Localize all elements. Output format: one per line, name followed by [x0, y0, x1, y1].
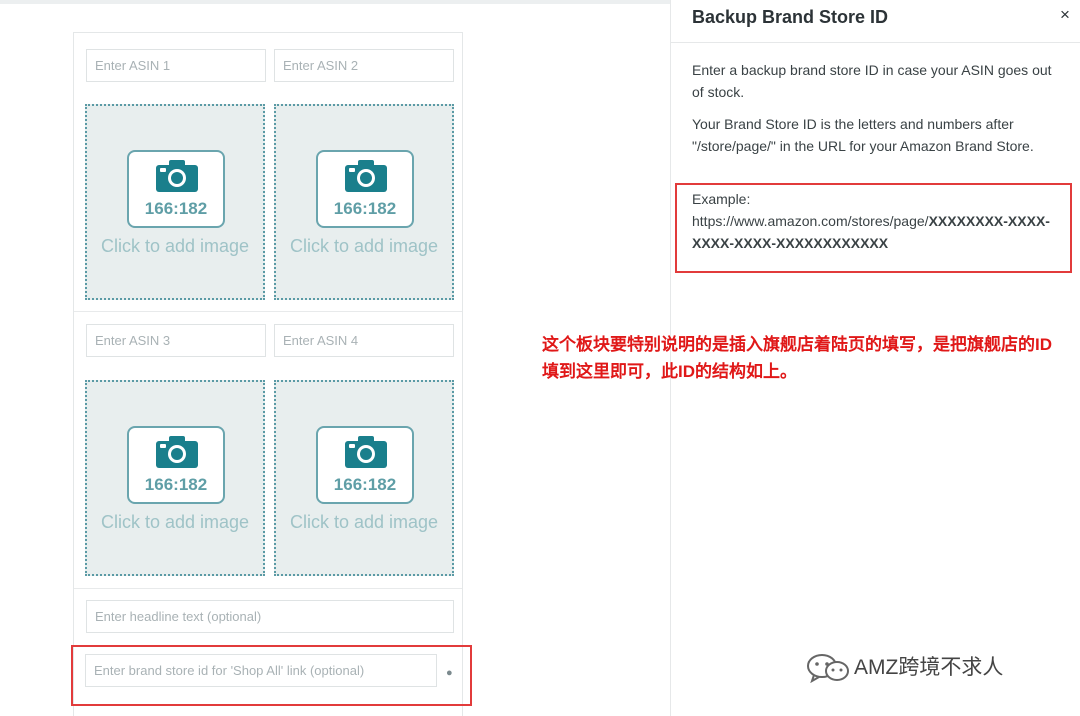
- image-placeholder-card: 166:182: [127, 150, 225, 228]
- watermark: AMZ跨境不求人: [806, 651, 1003, 685]
- highlight-box-example: [675, 183, 1072, 273]
- image-placeholder-card: 166:182: [316, 426, 414, 504]
- annotation-note: 这个板块要特别说明的是插入旗舰店着陆页的填写，是把旗舰店的ID填到这里即可，此I…: [542, 335, 1052, 381]
- brand-store-id-info: Your Brand Store ID is the letters and n…: [692, 116, 1034, 154]
- asin-input-2[interactable]: Enter ASIN 2: [274, 49, 454, 82]
- image-ratio: 166:182: [144, 199, 208, 218]
- image-ratio: 166:182: [333, 475, 397, 494]
- asin-input-4[interactable]: Enter ASIN 4: [274, 324, 454, 357]
- top-divider: [0, 0, 670, 4]
- image-upload-tile-3[interactable]: 166:182 Click to add image: [85, 380, 265, 576]
- image-upload-tile-1[interactable]: 166:182 Click to add image: [85, 104, 265, 300]
- highlight-box-brand-store-field: [71, 645, 472, 706]
- module-editor: Enter ASIN 1 Enter ASIN 2 166:182 Click …: [73, 32, 463, 716]
- click-to-add-image-label: Click to add image: [100, 236, 250, 256]
- row-divider: [74, 588, 462, 589]
- image-ratio: 166:182: [333, 199, 397, 218]
- click-to-add-image-label: Click to add image: [100, 512, 250, 532]
- asin-input-3[interactable]: Enter ASIN 3: [86, 324, 266, 357]
- camera-icon: [345, 160, 387, 192]
- headline-input[interactable]: Enter headline text (optional): [86, 600, 454, 633]
- image-ratio: 166:182: [144, 475, 208, 494]
- camera-icon: [345, 436, 387, 468]
- close-icon[interactable]: ×: [1055, 4, 1075, 26]
- image-upload-tile-2[interactable]: 166:182 Click to add image: [274, 104, 454, 300]
- watermark-text: AMZ跨境不求人: [854, 656, 1004, 679]
- image-placeholder-card: 166:182: [316, 150, 414, 228]
- panel-divider: [671, 42, 1080, 43]
- row-divider: [74, 311, 462, 312]
- wechat-icon: [807, 654, 849, 684]
- click-to-add-image-label: Click to add image: [289, 236, 439, 256]
- camera-icon: [156, 436, 198, 468]
- asin-input-1[interactable]: Enter ASIN 1: [86, 49, 266, 82]
- image-placeholder-card: 166:182: [127, 426, 225, 504]
- click-to-add-image-label: Click to add image: [289, 512, 439, 532]
- panel-description: Enter a backup brand store ID in case yo…: [692, 62, 1052, 100]
- image-upload-tile-4[interactable]: 166:182 Click to add image: [274, 380, 454, 576]
- panel-title: Backup Brand Store ID: [692, 7, 889, 27]
- camera-icon: [156, 160, 198, 192]
